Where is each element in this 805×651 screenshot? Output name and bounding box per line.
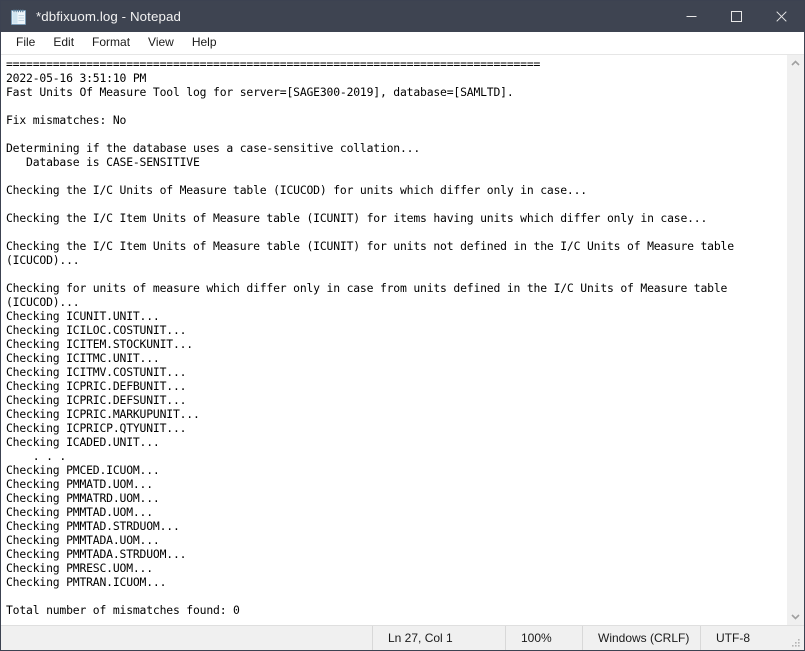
window-controls (669, 1, 804, 32)
minimize-icon (686, 16, 697, 17)
status-zoom-level[interactable]: 100% (506, 626, 583, 650)
menu-item-view[interactable]: View (139, 33, 183, 52)
log-text[interactable]: ========================================… (6, 57, 786, 617)
menu-item-help[interactable]: Help (183, 33, 226, 52)
chevron-up-icon (791, 60, 800, 66)
status-spacer (1, 626, 373, 650)
status-cursor-position[interactable]: Ln 27, Col 1 (373, 626, 506, 650)
close-icon (776, 11, 787, 22)
scroll-down-button[interactable] (787, 608, 804, 625)
menu-item-format[interactable]: Format (83, 33, 139, 52)
chevron-down-icon (791, 614, 800, 620)
menu-item-file[interactable]: File (7, 33, 44, 52)
close-button[interactable] (759, 1, 804, 32)
window-title: *dbfixuom.log - Notepad (36, 9, 181, 24)
minimize-button[interactable] (669, 1, 714, 32)
scroll-up-button[interactable] (787, 55, 804, 72)
status-encoding[interactable]: UTF-8 (701, 626, 750, 650)
maximize-button[interactable] (714, 1, 759, 32)
editor-area: ========================================… (1, 54, 804, 625)
status-line-ending[interactable]: Windows (CRLF) (583, 626, 701, 650)
status-bar: Ln 27, Col 1 100% Windows (CRLF) UTF-8 (1, 625, 804, 650)
notepad-window: *dbfixuom.log - Notepad File Edit Format… (0, 0, 805, 651)
text-editor[interactable]: ========================================… (1, 55, 786, 625)
notepad-icon (9, 7, 29, 27)
maximize-icon (731, 11, 742, 22)
menu-bar: File Edit Format View Help (1, 32, 804, 54)
vertical-scrollbar[interactable] (786, 55, 804, 625)
menu-item-edit[interactable]: Edit (44, 33, 83, 52)
title-bar: *dbfixuom.log - Notepad (1, 1, 804, 32)
resize-grip-icon[interactable] (791, 637, 801, 647)
